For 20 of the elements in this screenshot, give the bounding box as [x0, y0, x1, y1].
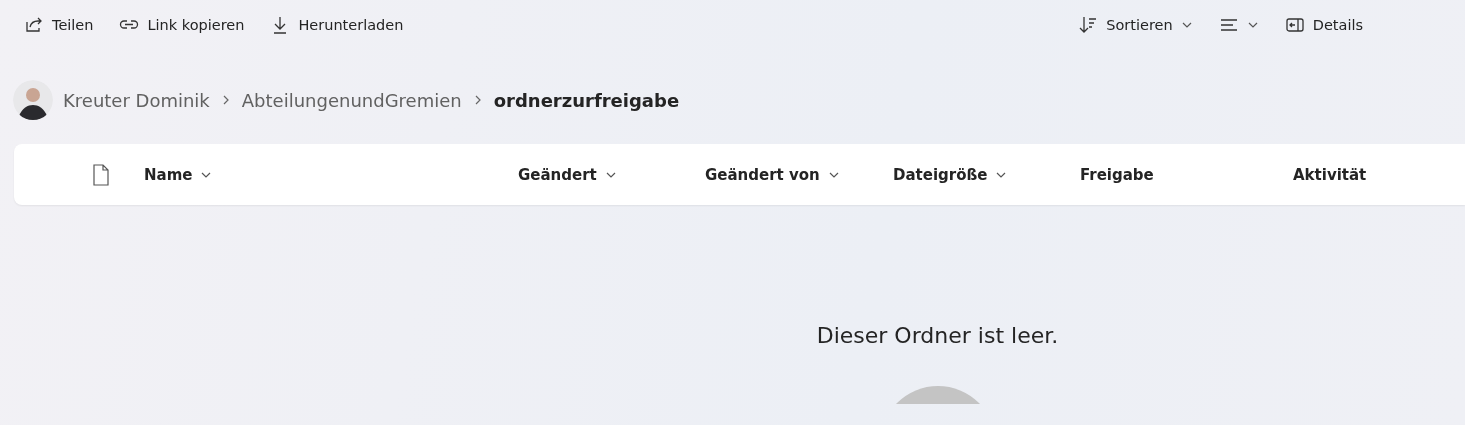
download-button[interactable]: Herunterladen — [270, 9, 414, 41]
share-icon — [24, 15, 44, 35]
column-header[interactable]: Aktivität — [1293, 165, 1367, 184]
breadcrumb-item[interactable]: Kreuter Dominik — [63, 89, 210, 111]
column-header[interactable]: Geändert von — [705, 165, 840, 184]
details-button[interactable]: Details — [1284, 9, 1373, 41]
column-header[interactable]: Name — [144, 165, 213, 184]
breadcrumb-item[interactable]: AbteilungenundGremien — [241, 89, 462, 111]
breadcrumb-item[interactable]: ordnerzurfreigabe — [493, 89, 680, 111]
file-icon — [92, 163, 110, 186]
sort-icon — [1078, 15, 1099, 35]
share-button[interactable]: Teilen — [24, 9, 104, 41]
column-header[interactable]: Geändert — [518, 165, 617, 184]
avatar — [13, 80, 53, 120]
details-pane-icon — [1284, 15, 1305, 35]
column-header[interactable]: Freigabe — [1080, 165, 1154, 184]
empty-folder-message: Dieser Ordner ist leer. — [816, 323, 1059, 348]
column-header[interactable]: Dateigröße — [893, 165, 1008, 184]
sort-button[interactable]: Sortieren — [1078, 9, 1203, 41]
copy-link-button[interactable]: Link kopieren — [119, 9, 255, 41]
